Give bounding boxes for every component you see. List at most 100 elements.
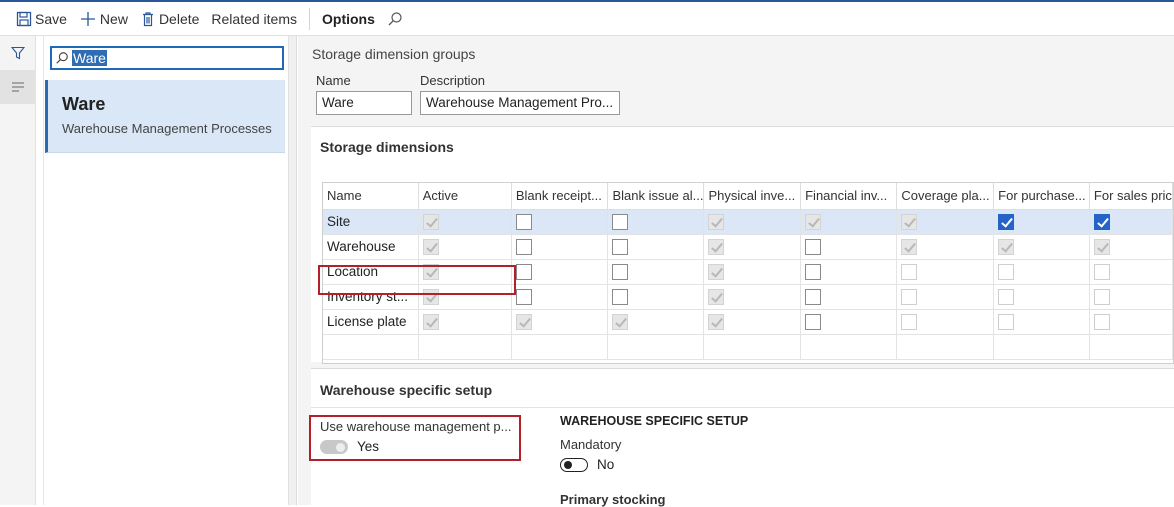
grid-header-row: Name Active Blank receipt... Blank issue… — [323, 183, 1174, 210]
checkbox — [998, 238, 1015, 255]
dimension-name-cell[interactable]: Warehouse — [323, 234, 419, 260]
checkbox[interactable] — [612, 238, 629, 255]
related-items-label: Related items — [211, 10, 297, 27]
checkbox — [708, 263, 725, 280]
filter-icon — [11, 46, 25, 60]
checkbox — [901, 288, 918, 305]
checkbox-cell — [800, 309, 898, 335]
col-header-coverage-plan[interactable]: Coverage pla... — [896, 183, 995, 210]
empty-cell — [993, 334, 1090, 360]
new-button[interactable]: New — [73, 2, 134, 36]
col-header-blank-issue[interactable]: Blank issue al... — [607, 183, 705, 210]
checkbox-cell — [800, 259, 898, 285]
table-row[interactable]: License plate — [323, 309, 1174, 335]
checkbox — [998, 313, 1015, 330]
col-header-blank-receipt[interactable]: Blank receipt... — [511, 183, 609, 210]
delete-label: Delete — [158, 10, 200, 27]
checkbox-cell — [607, 284, 705, 310]
checkbox-cell — [607, 259, 705, 285]
col-header-financial-inventory[interactable]: Financial inv... — [800, 183, 898, 210]
empty-cell — [703, 334, 802, 360]
dimension-name-cell[interactable]: License plate — [323, 309, 419, 335]
checkbox-cell — [800, 234, 898, 260]
warehouse-setup-section: Warehouse specific setup Use warehouse m… — [309, 368, 1174, 507]
checkbox — [1093, 288, 1110, 305]
checkbox[interactable] — [612, 288, 629, 305]
checkbox — [422, 213, 439, 230]
list-view-button[interactable] — [0, 70, 36, 104]
list-item[interactable]: Ware Warehouse Management Processes — [45, 80, 285, 153]
checkbox-cell — [993, 309, 1090, 335]
checkbox[interactable] — [515, 238, 532, 255]
checkbox — [708, 213, 725, 230]
name-field[interactable]: Ware — [316, 91, 412, 115]
checkbox-cell — [1089, 234, 1174, 260]
col-header-name[interactable]: Name — [323, 183, 419, 210]
table-row[interactable]: Site — [323, 209, 1174, 235]
filter-button[interactable] — [0, 36, 36, 70]
delete-button[interactable]: Delete — [134, 2, 205, 36]
checkbox[interactable] — [612, 213, 629, 230]
checkbox-cell — [511, 309, 609, 335]
save-label: Save — [35, 10, 67, 27]
save-button[interactable]: Save — [10, 2, 73, 36]
checkbox-cell — [511, 209, 609, 235]
checkbox[interactable] — [805, 238, 822, 255]
checkbox[interactable] — [515, 263, 532, 280]
action-toolbar: Save New Delete Related items Options — [0, 0, 1174, 36]
col-header-for-purchase[interactable]: For purchase... — [993, 183, 1090, 210]
checkbox-cell — [1089, 209, 1174, 235]
table-row[interactable]: Warehouse — [323, 234, 1174, 260]
empty-cell — [896, 334, 995, 360]
checkbox[interactable] — [805, 288, 822, 305]
mandatory-toggle[interactable]: No — [560, 457, 614, 472]
checkbox[interactable] — [998, 213, 1015, 230]
checkbox — [612, 313, 629, 330]
search-value: Ware — [72, 50, 107, 66]
checkbox-cell — [1089, 309, 1174, 335]
empty-cell — [511, 334, 609, 360]
col-header-for-sales-price[interactable]: For sales pric — [1089, 183, 1174, 210]
checkbox[interactable] — [515, 213, 532, 230]
list-search-input[interactable]: Ware — [50, 46, 284, 70]
checkbox-cell — [896, 309, 995, 335]
checkbox — [901, 238, 918, 255]
checkbox-cell — [800, 209, 898, 235]
col-header-physical-inventory[interactable]: Physical inve... — [703, 183, 802, 210]
checkbox-cell — [607, 209, 705, 235]
checkbox-cell — [418, 309, 512, 335]
checkbox[interactable] — [805, 263, 822, 280]
description-field[interactable]: Warehouse Management Pro... — [420, 91, 620, 115]
record-list-pane: Ware Ware Warehouse Management Processes — [43, 36, 289, 505]
checkbox — [708, 288, 725, 305]
checkbox[interactable] — [515, 288, 532, 305]
highlight-box — [318, 265, 516, 295]
pane-splitter[interactable] — [289, 36, 297, 505]
checkbox[interactable] — [805, 313, 822, 330]
col-header-active[interactable]: Active — [418, 183, 512, 210]
dimension-name-cell[interactable]: Site — [323, 209, 419, 235]
checkbox-cell — [896, 209, 995, 235]
toolbar-search-button[interactable] — [381, 2, 412, 36]
checkbox-cell — [703, 209, 802, 235]
name-label: Name — [316, 73, 351, 88]
search-icon — [388, 11, 402, 25]
storage-dimensions-section: Storage dimensions Name Active Blank rec… — [311, 126, 1174, 364]
checkbox — [1093, 263, 1110, 280]
checkbox — [515, 313, 532, 330]
mandatory-label: Mandatory — [560, 437, 622, 452]
checkbox[interactable] — [612, 263, 629, 280]
checkbox-cell — [1089, 284, 1174, 310]
section-title[interactable]: Storage dimensions — [320, 139, 454, 155]
checkbox — [998, 288, 1015, 305]
checkbox-cell — [703, 284, 802, 310]
checkbox — [1093, 238, 1110, 255]
checkbox[interactable] — [1093, 213, 1110, 230]
description-label: Description — [420, 73, 486, 88]
search-icon — [56, 52, 68, 64]
new-label: New — [99, 10, 128, 27]
empty-cell — [1089, 334, 1174, 360]
options-tab[interactable]: Options — [316, 11, 381, 27]
section-title[interactable]: Warehouse specific setup — [320, 382, 492, 398]
related-items-button[interactable]: Related items — [205, 2, 303, 36]
